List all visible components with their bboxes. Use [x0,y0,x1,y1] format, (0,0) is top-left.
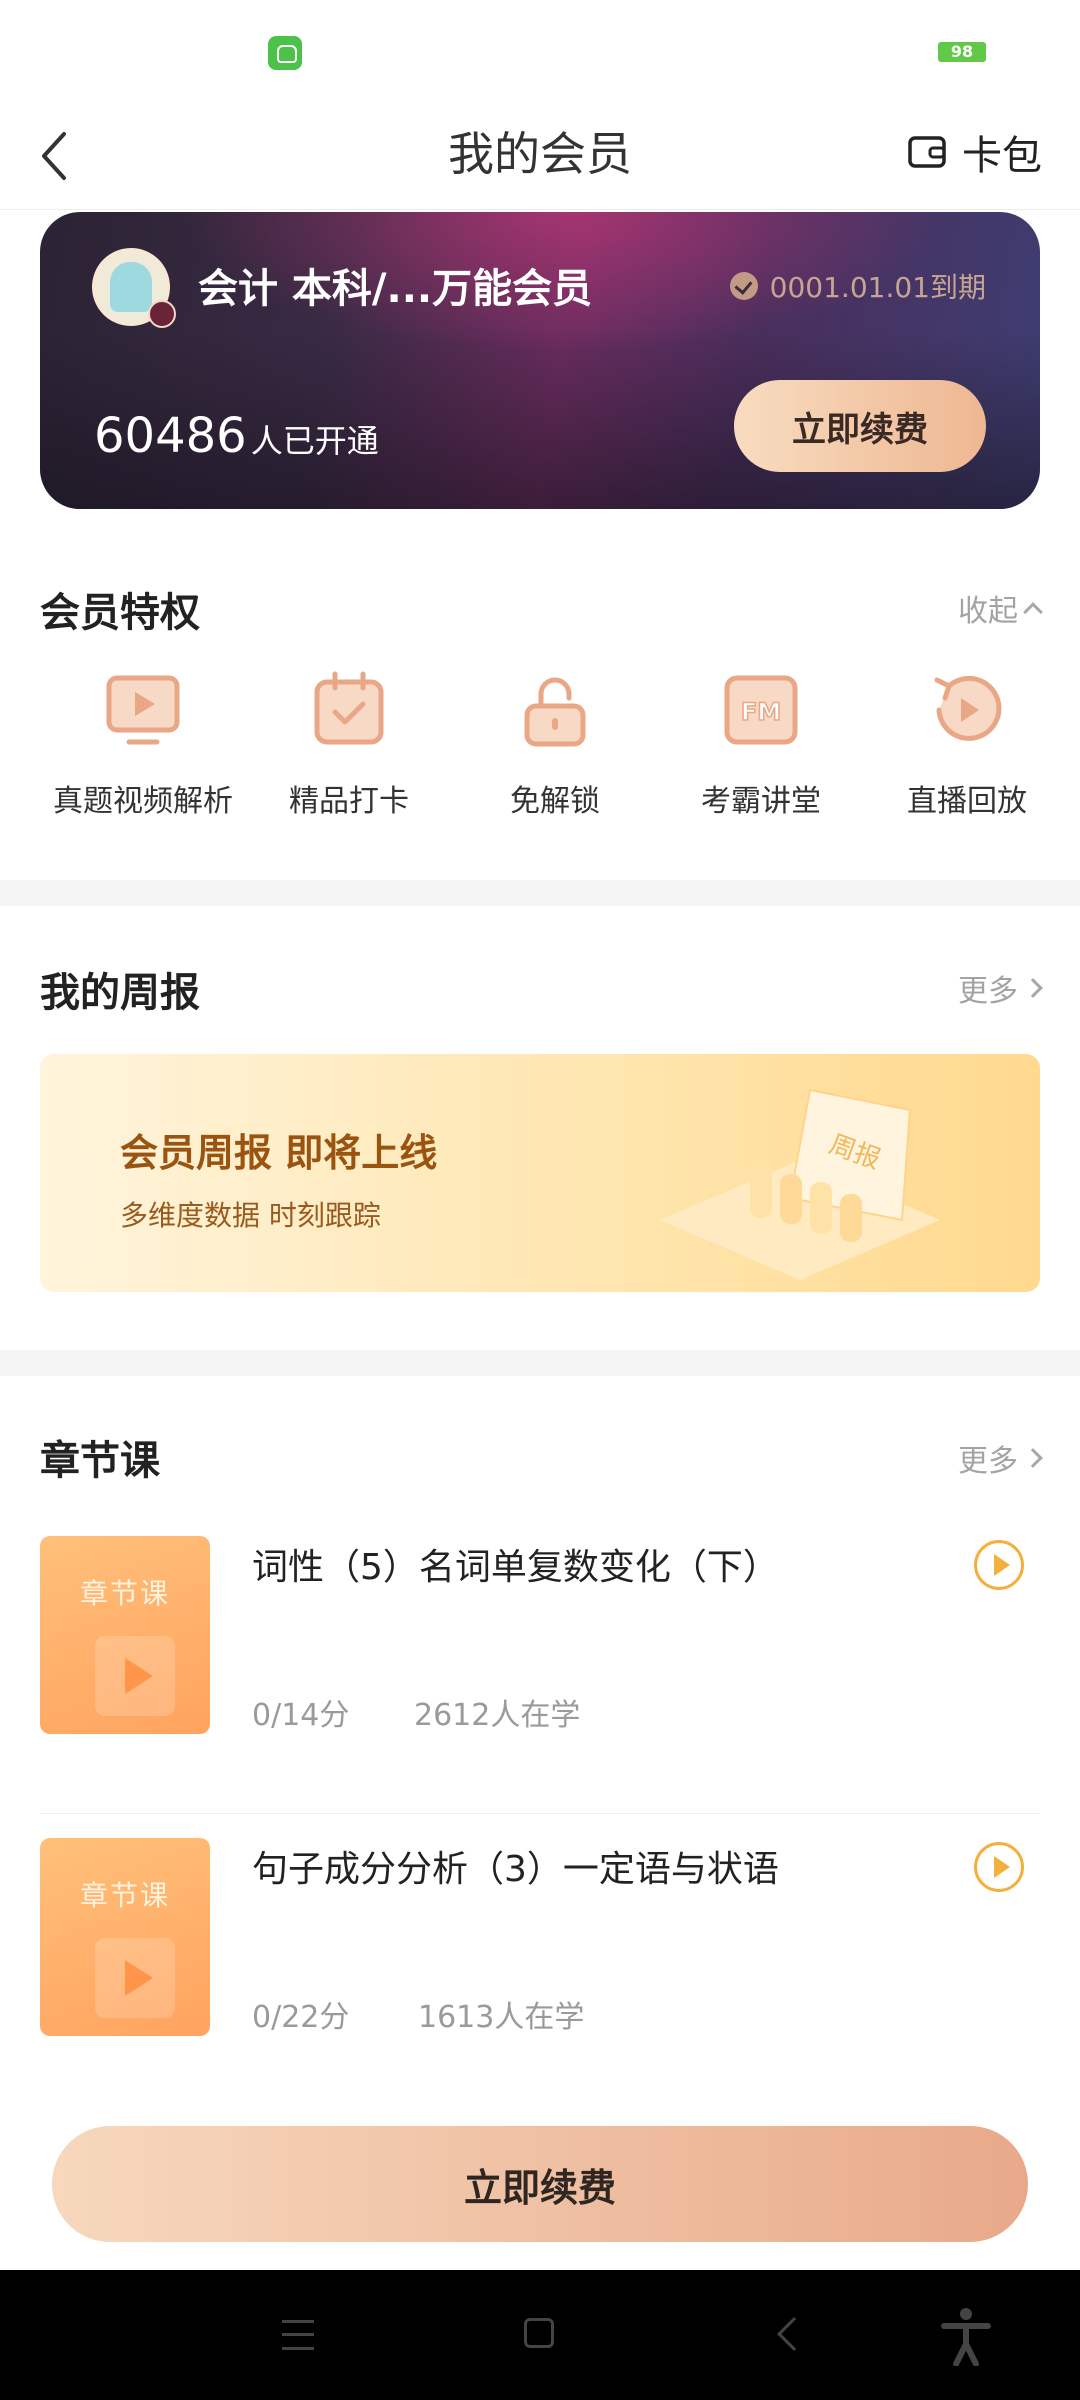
accessibility-icon[interactable] [938,2306,994,2366]
wallet-icon [908,136,946,168]
replay-icon [934,675,1002,741]
play-icon [95,1636,175,1716]
weekly-more-button[interactable]: 更多 [958,966,1043,1010]
renew-button[interactable]: 立即续费 [734,380,986,472]
expiry-info: 0001.01.01到期 [729,266,986,306]
chapters-more-button[interactable]: 更多 [958,1436,1043,1480]
collapse-button[interactable]: 收起 [958,586,1043,630]
chevron-up-icon [1023,602,1043,622]
course-item[interactable]: 章节课 词性（5）名词单复数变化（下） 0/14分 2612人在学 [40,1512,1040,1814]
privileges-grid: 真题视频解析 精品打卡 免解锁 FM 考霸讲堂 直播回放 [0,670,1080,840]
play-icon [95,1938,175,2018]
calendar-check-icon [314,671,384,745]
avatar[interactable] [92,248,176,328]
privilege-label: 直播回放 [907,784,1027,819]
top-navigation-bar: 我的会员 卡包 [0,100,1080,210]
wallet-button[interactable]: 卡包 [908,122,1042,182]
course-thumbnail-label: 章节课 [79,1577,170,1610]
course-thumbnail-label: 章节课 [79,1879,170,1912]
privilege-item-checkin[interactable]: 精品打卡 [246,670,452,820]
privilege-label: 真题视频解析 [53,784,233,819]
fm-radio-icon: FM [724,675,798,745]
course-learners: 2612人在学 [414,1698,581,1733]
home-icon[interactable] [524,2318,554,2348]
unlock-icon [524,677,586,747]
crown-badge-icon [148,300,176,328]
course-progress: 0/14分 [252,1698,350,1733]
course-title: 句子成分分析（3）一定语与状语 [252,1849,779,1890]
notification-app-icon [268,36,302,70]
course-thumbnail: 章节课 [40,1536,210,1734]
avatar-mascot-icon [110,262,152,312]
privilege-item-unlock[interactable]: 免解锁 [452,670,658,820]
section-divider [0,1350,1080,1376]
chevron-right-icon [1023,978,1043,998]
course-title: 词性（5）名词单复数变化（下） [252,1547,779,1588]
bottom-action-bar: 立即续费 [0,2102,1080,2270]
privilege-item-video-analysis[interactable]: 真题视频解析 [40,670,246,820]
privilege-label: 免解锁 [510,784,600,819]
more-label: 更多 [958,974,1018,1009]
weekly-report-banner[interactable]: 会员周报 即将上线 多维度数据 时刻跟踪 周报 [40,1054,1040,1292]
privilege-label: 考霸讲堂 [701,784,821,819]
weekly-banner-subtitle: 多维度数据 时刻跟踪 [120,1199,381,1232]
back-icon[interactable] [777,2317,811,2351]
play-circle-icon[interactable] [974,1540,1024,1590]
collapse-label: 收起 [958,594,1018,629]
check-circle-icon [729,272,758,300]
privilege-item-replay[interactable]: 直播回放 [864,670,1070,820]
section-divider [0,880,1080,906]
wallet-label: 卡包 [962,133,1042,179]
battery-icon: 98 [938,42,986,62]
membership-name: 会计 本科/...万能会员 [198,266,593,312]
weekly-banner-title: 会员周报 即将上线 [120,1131,438,1175]
status-bar: 98 [0,0,1080,100]
course-thumbnail: 章节课 [40,1838,210,2036]
privilege-label: 精品打卡 [289,784,409,819]
play-circle-icon[interactable] [974,1842,1024,1892]
opened-count: 60486 人已开通 [94,408,379,464]
expiry-date: 0001.01.01到期 [769,271,986,304]
opened-count-number: 60486 [94,408,247,464]
menu-icon[interactable] [282,2320,314,2350]
privileges-title: 会员特权 [40,590,200,636]
renew-now-button[interactable]: 立即续费 [52,2126,1028,2242]
course-item[interactable]: 章节课 句子成分分析（3）一定语与状语 0/22分 1613人在学 [40,1814,1040,2116]
chapter-courses-title: 章节课 [40,1438,160,1484]
member-card: 会计 本科/...万能会员 0001.01.01到期 60486 人已开通 立即… [40,212,1040,509]
system-navigation-bar [0,2270,1080,2400]
opened-count-label: 人已开通 [250,422,379,460]
course-progress: 0/22分 [252,2000,350,2035]
chevron-right-icon [1023,1448,1043,1468]
more-label: 更多 [958,1444,1018,1479]
course-learners: 1613人在学 [418,2000,585,2035]
report-illustration-icon: 周报 [660,1088,940,1280]
privilege-item-lecture[interactable]: FM 考霸讲堂 [658,670,864,820]
weekly-report-title: 我的周报 [40,970,200,1016]
video-screen-icon [106,675,180,745]
svg-text:FM: FM [741,698,781,726]
